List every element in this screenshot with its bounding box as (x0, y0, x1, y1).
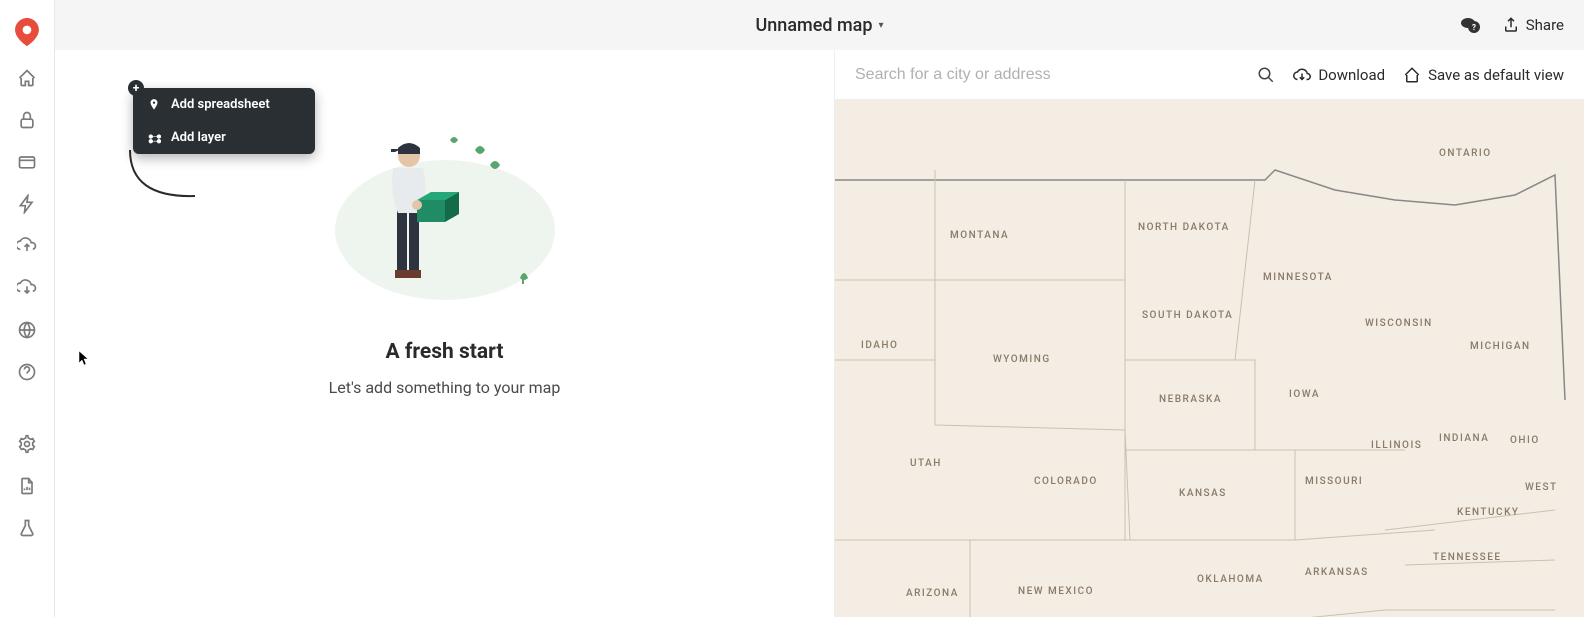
state-label: WYOMING (993, 354, 1051, 365)
state-label: NORTH DAKOTA (1138, 222, 1230, 233)
state-label: WISCONSIN (1365, 318, 1433, 329)
map-panel: Download Save as default view ONTARIO MON… (835, 50, 1584, 617)
state-label: MICHIGAN (1470, 341, 1531, 352)
help-icon[interactable] (17, 362, 37, 382)
search-icon[interactable] (1257, 66, 1275, 84)
home-icon[interactable] (17, 68, 37, 88)
state-label: OKLAHOMA (1197, 574, 1264, 585)
state-label: ARKANSAS (1305, 567, 1369, 578)
state-label: UTAH (910, 458, 942, 469)
state-label: NEW MEXICO (1018, 586, 1094, 597)
empty-illustration (325, 110, 565, 300)
add-layer-item[interactable]: Add layer (133, 121, 315, 154)
upload-icon[interactable] (17, 236, 37, 256)
state-label: ILLINOIS (1371, 440, 1422, 451)
search-input[interactable] (855, 66, 1239, 84)
state-label: KENTUCKY (1457, 507, 1520, 518)
save-default-label: Save as default view (1428, 66, 1564, 84)
svg-text:?: ? (1472, 23, 1476, 32)
lock-icon[interactable] (17, 110, 37, 130)
card-icon[interactable] (17, 152, 37, 172)
map-title-dropdown[interactable]: Unnamed map ▾ (756, 15, 884, 36)
state-label: MINNESOTA (1263, 272, 1333, 283)
app-logo[interactable] (14, 18, 40, 46)
map-title-text: Unnamed map (756, 15, 873, 36)
state-label: COLORADO (1034, 476, 1098, 487)
chevron-down-icon: ▾ (878, 20, 883, 31)
state-label: MISSOURI (1305, 476, 1363, 487)
globe-icon[interactable] (17, 320, 37, 340)
add-menu: + Add spreadsheet Add layer (133, 88, 315, 154)
state-label: NEBRASKA (1159, 394, 1222, 405)
add-spreadsheet-item[interactable]: Add spreadsheet (133, 88, 315, 121)
main: + Add spreadsheet Add layer (55, 50, 1584, 617)
export-icon[interactable] (17, 278, 37, 298)
state-label: KANSAS (1179, 488, 1227, 499)
flask-icon[interactable] (17, 518, 37, 538)
state-label: ONTARIO (1439, 148, 1492, 159)
document-icon[interactable] (17, 476, 37, 496)
state-label: TENNESSEE (1433, 552, 1502, 563)
map-toolbar: Download Save as default view (835, 50, 1584, 100)
map-canvas[interactable]: ONTARIO MONTANA NORTH DAKOTA MINNESOTA SOUTH… (835, 100, 1584, 617)
state-label: SOUTH DAKOTA (1142, 310, 1233, 321)
empty-state-title: A fresh start (386, 340, 504, 364)
settings-icon[interactable] (17, 434, 37, 454)
add-spreadsheet-label: Add spreadsheet (171, 97, 270, 112)
lightning-icon[interactable] (17, 194, 37, 214)
map-borders (835, 100, 1584, 617)
empty-state-subtitle: Let's add something to your map (329, 378, 561, 397)
sidebar (0, 0, 55, 617)
state-label: WEST (1525, 482, 1558, 493)
pointer-arrow (125, 148, 205, 208)
share-button[interactable]: Share (1502, 16, 1564, 34)
state-label: INDIANA (1439, 433, 1489, 444)
support-icon[interactable]: ? (1458, 13, 1482, 37)
download-button[interactable]: Download (1293, 66, 1385, 84)
state-label: ARIZONA (906, 588, 959, 599)
state-label: MONTANA (950, 230, 1009, 241)
state-label: OHIO (1510, 435, 1540, 446)
state-label: IDAHO (861, 340, 898, 351)
plus-icon: + (128, 80, 144, 96)
state-label: IOWA (1289, 389, 1320, 400)
add-layer-label: Add layer (171, 130, 226, 145)
save-default-button[interactable]: Save as default view (1403, 66, 1564, 84)
share-label: Share (1526, 16, 1564, 34)
sidebar-panel: + Add spreadsheet Add layer (55, 50, 835, 617)
download-label: Download (1318, 66, 1385, 84)
top-header: Unnamed map ▾ ? Share (55, 0, 1584, 50)
